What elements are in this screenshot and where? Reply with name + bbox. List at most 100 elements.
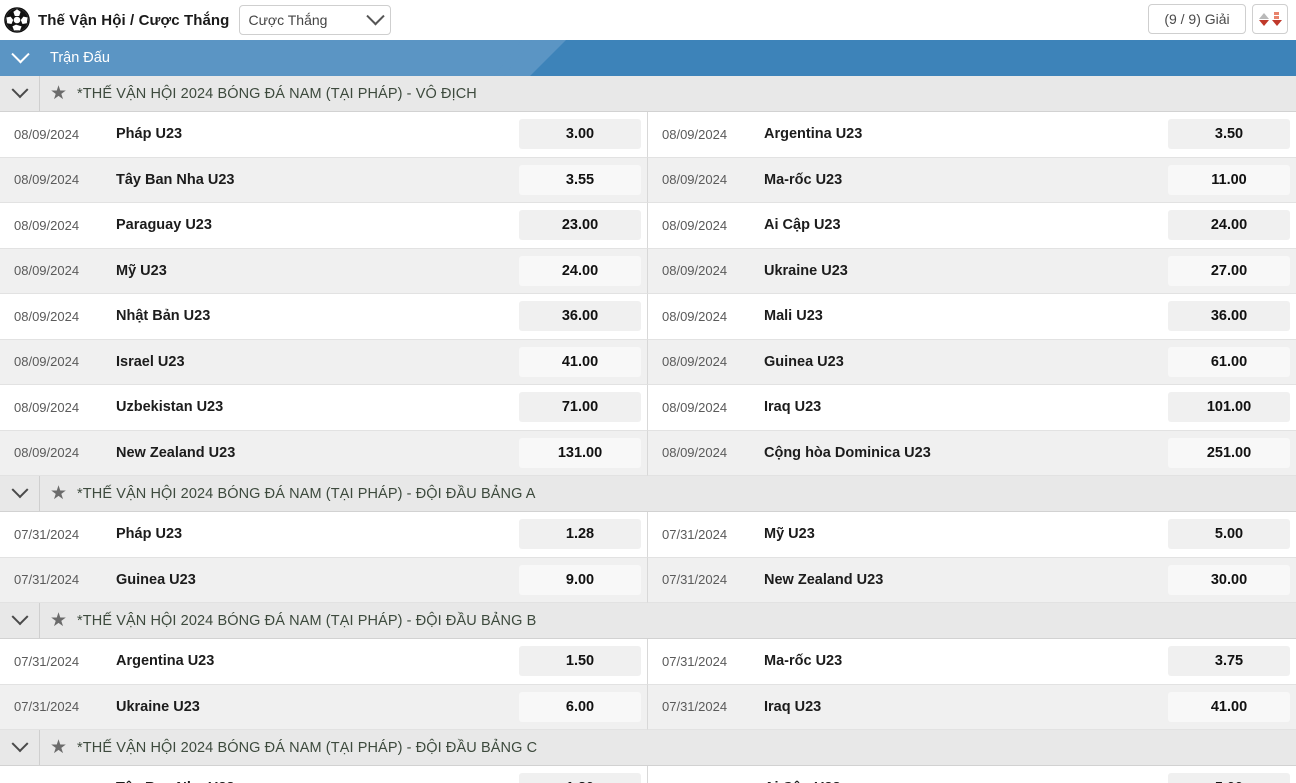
league-section-header[interactable]: ★ *THẾ VẬN HỘI 2024 BÓNG ĐÁ NAM (TẠI PHÁP… [0,730,1296,766]
selection-cell[interactable]: 08/09/2024 Guinea U23 61.00 [648,339,1296,385]
selection-cell[interactable]: 07/31/2024 Ukraine U23 6.00 [0,684,648,730]
table-row: 08/09/2024 New Zealand U23 131.00 08/09/202… [0,430,1296,476]
selection-cell[interactable]: 08/09/2024 Paraguay U23 23.00 [0,203,648,249]
selection-cell[interactable]: 07/31/2024 Ma-rốc U23 3.75 [648,639,1296,685]
selection-cell[interactable]: 08/09/2024 Argentina U23 3.50 [648,112,1296,158]
table-row: 08/09/2024 Mỹ U23 24.00 08/09/2024 Ukraine U… [0,248,1296,294]
star-icon[interactable]: ★ [50,738,67,757]
league-section-header[interactable]: ★ *THẾ VẬN HỘI 2024 BÓNG ĐÁ NAM (TẠI PHÁP… [0,76,1296,112]
event-date: 07/31/2024 [14,653,80,669]
odds-button[interactable]: 3.50 [1168,119,1290,150]
odds-button[interactable]: 1.30 [519,773,641,783]
selection-cell[interactable]: 08/09/2024 Pháp U23 3.00 [0,112,648,158]
odds-button[interactable]: 1.50 [519,646,641,677]
selection-cell[interactable]: 08/09/2024 Nhật Bản U23 36.00 [0,294,648,340]
team-name: Pháp U23 [116,126,183,143]
star-icon[interactable]: ★ [50,84,67,103]
odds-button[interactable]: 3.00 [519,119,641,150]
matches-header-bar[interactable]: Trận Đấu [0,40,1296,76]
odds-button[interactable]: 5.00 [1168,519,1290,550]
page-title: Thế Vận Hội / Cược Thắng [38,11,230,29]
selection-cell[interactable]: 07/31/2024Ai Cập U235.00 [648,766,1296,783]
event-date: 08/09/2024 [14,354,80,370]
selection-cell[interactable]: 07/31/2024 Guinea U23 9.00 [0,557,648,603]
star-icon[interactable]: ★ [50,484,67,503]
event-date: 08/09/2024 [662,354,728,370]
odds-button[interactable]: 24.00 [519,255,641,286]
odds-button[interactable]: 3.75 [1168,646,1290,677]
odds-button[interactable]: 6.00 [519,691,641,722]
selection-cell[interactable]: 08/09/2024 Ukraine U23 27.00 [648,248,1296,294]
odds-button[interactable]: 23.00 [519,210,641,241]
team-name: Ai Cập U23 [764,217,841,234]
odds-button[interactable]: 61.00 [1168,346,1290,377]
selection-cell[interactable]: 08/09/2024 New Zealand U23 131.00 [0,430,648,476]
star-icon[interactable]: ★ [50,611,67,630]
odds-button[interactable]: 101.00 [1168,392,1290,423]
odds-button[interactable]: 24.00 [1168,210,1290,241]
team-name: Tây Ban Nha U23 [116,171,235,188]
sort-button[interactable] [1252,4,1288,34]
event-date: 07/31/2024 [14,526,80,542]
team-name: Mỹ U23 [764,526,815,543]
selection-cell[interactable]: 08/09/2024 Uzbekistan U23 71.00 [0,385,648,431]
odds-button[interactable]: 251.00 [1168,437,1290,468]
collapse-all-toggle[interactable] [0,44,40,65]
chevron-down-icon [366,6,386,25]
odds-button[interactable]: 41.00 [1168,691,1290,722]
league-section-header[interactable]: ★ *THẾ VẬN HỘI 2024 BÓNG ĐÁ NAM (TẠI PHÁP… [0,476,1296,512]
team-name: Cộng hòa Dominica U23 [764,444,931,461]
table-row: 07/31/2024 Pháp U23 1.28 07/31/2024 Mỹ U23 5.… [0,512,1296,558]
market-select-value: Cược Thắng [248,12,328,28]
odds-button[interactable]: 36.00 [1168,301,1290,332]
top-bar: Thế Vận Hội / Cược Thắng Cược Thắng (9 /… [0,0,1296,40]
odds-button[interactable]: 1.28 [519,519,641,550]
section-collapse-toggle[interactable] [0,476,40,511]
event-date: 08/09/2024 [662,445,728,461]
team-name: Pháp U23 [116,526,183,543]
odds-button[interactable]: 30.00 [1168,564,1290,595]
selection-cell[interactable]: 08/09/2024 Mỹ U23 24.00 [0,248,648,294]
selection-cell[interactable]: 08/09/2024 Iraq U23 101.00 [648,385,1296,431]
selection-cell[interactable]: 07/31/2024 New Zealand U23 30.00 [648,557,1296,603]
odds-button[interactable]: 11.00 [1168,164,1290,195]
odds-button[interactable]: 71.00 [519,392,641,423]
league-section-title: *THẾ VẬN HỘI 2024 BÓNG ĐÁ NAM (TẠI PHÁP)… [77,485,536,502]
selection-cell[interactable]: 07/31/2024 Iraq U23 41.00 [648,684,1296,730]
team-name: Guinea U23 [116,571,196,588]
selection-cell[interactable]: 08/09/2024 Israel U23 41.00 [0,339,648,385]
odds-button[interactable]: 131.00 [519,437,641,468]
table-row: 08/09/2024 Uzbekistan U23 71.00 08/09/2024 I… [0,385,1296,431]
selection-cell[interactable]: 07/31/2024 Mỹ U23 5.00 [648,512,1296,558]
selection-cell[interactable]: 07/31/2024Tây Ban Nha U231.30 [0,766,648,783]
section-collapse-toggle[interactable] [0,76,40,111]
section-collapse-toggle[interactable] [0,730,40,765]
odds-button[interactable]: 9.00 [519,564,641,595]
league-count-badge[interactable]: (9 / 9) Giải [1148,4,1246,34]
selection-cell[interactable]: 08/09/2024 Ai Cập U23 24.00 [648,203,1296,249]
selection-cell[interactable]: 07/31/2024 Argentina U23 1.50 [0,639,648,685]
odds-button[interactable]: 41.00 [519,346,641,377]
team-name: Ukraine U23 [116,698,200,715]
section-collapse-toggle[interactable] [0,603,40,638]
selection-cell[interactable]: 08/09/2024 Mali U23 36.00 [648,294,1296,340]
selection-cell[interactable]: 08/09/2024 Cộng hòa Dominica U23 251.00 [648,430,1296,476]
market-select[interactable]: Cược Thắng [239,5,392,35]
event-date: 08/09/2024 [14,308,80,324]
odds-button[interactable]: 5.00 [1168,773,1290,783]
league-section-header[interactable]: ★ *THẾ VẬN HỘI 2024 BÓNG ĐÁ NAM (TẠI PHÁP… [0,603,1296,639]
table-row: 08/09/2024 Pháp U23 3.00 08/09/2024 Argentin… [0,112,1296,158]
selection-cell[interactable]: 08/09/2024 Ma-rốc U23 11.00 [648,157,1296,203]
selection-cell[interactable]: 08/09/2024 Tây Ban Nha U23 3.55 [0,157,648,203]
team-name: Israel U23 [116,353,185,370]
team-name: New Zealand U23 [764,571,884,588]
selection-cell[interactable]: 07/31/2024 Pháp U23 1.28 [0,512,648,558]
odds-button[interactable]: 3.55 [519,164,641,195]
odds-button[interactable]: 27.00 [1168,255,1290,286]
event-date: 08/09/2024 [662,263,728,279]
odds-button[interactable]: 36.00 [519,301,641,332]
chevron-down-icon [11,80,28,98]
league-section-title: *THẾ VẬN HỘI 2024 BÓNG ĐÁ NAM (TẠI PHÁP)… [77,612,537,629]
event-date: 08/09/2024 [14,172,80,188]
event-date: 07/31/2024 [14,572,80,588]
